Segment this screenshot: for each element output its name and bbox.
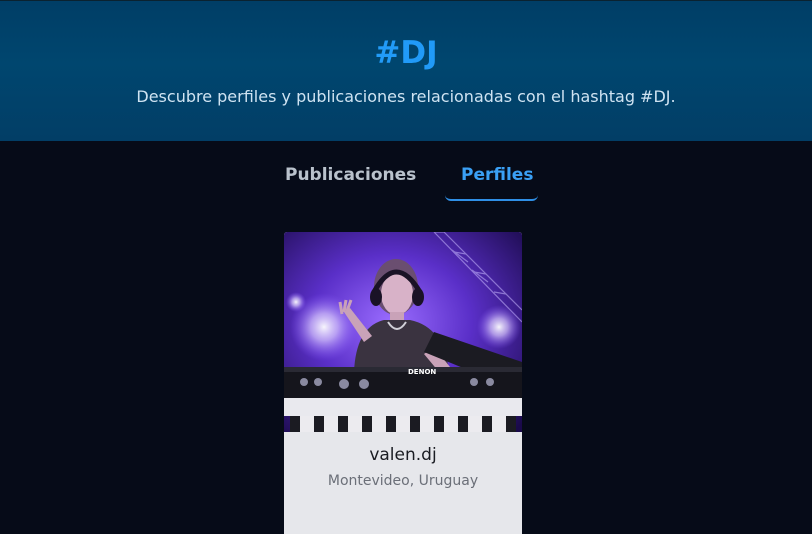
profile-photo: DENON [284,232,522,432]
hashtag-header: #DJ Descubre perfiles y publicaciones re… [0,0,812,141]
hashtag-title: #DJ [0,35,812,71]
tab-perfiles[interactable]: Perfiles [461,165,533,185]
content-area: Publicaciones Perfiles DENON valen.dj Mo… [0,141,812,534]
hashtag-description: Descubre perfiles y publicaciones relaci… [136,87,676,106]
profile-location: Montevideo, Uruguay [327,473,479,489]
active-tab-indicator [445,195,538,201]
profile-card[interactable]: DENON valen.dj Montevideo, Uruguay [284,232,522,534]
tab-bar: Publicaciones Perfiles [0,141,812,201]
denon-logo: DENON [408,368,436,376]
tab-publicaciones[interactable]: Publicaciones [285,165,416,185]
profile-username[interactable]: valen.dj [284,445,522,465]
